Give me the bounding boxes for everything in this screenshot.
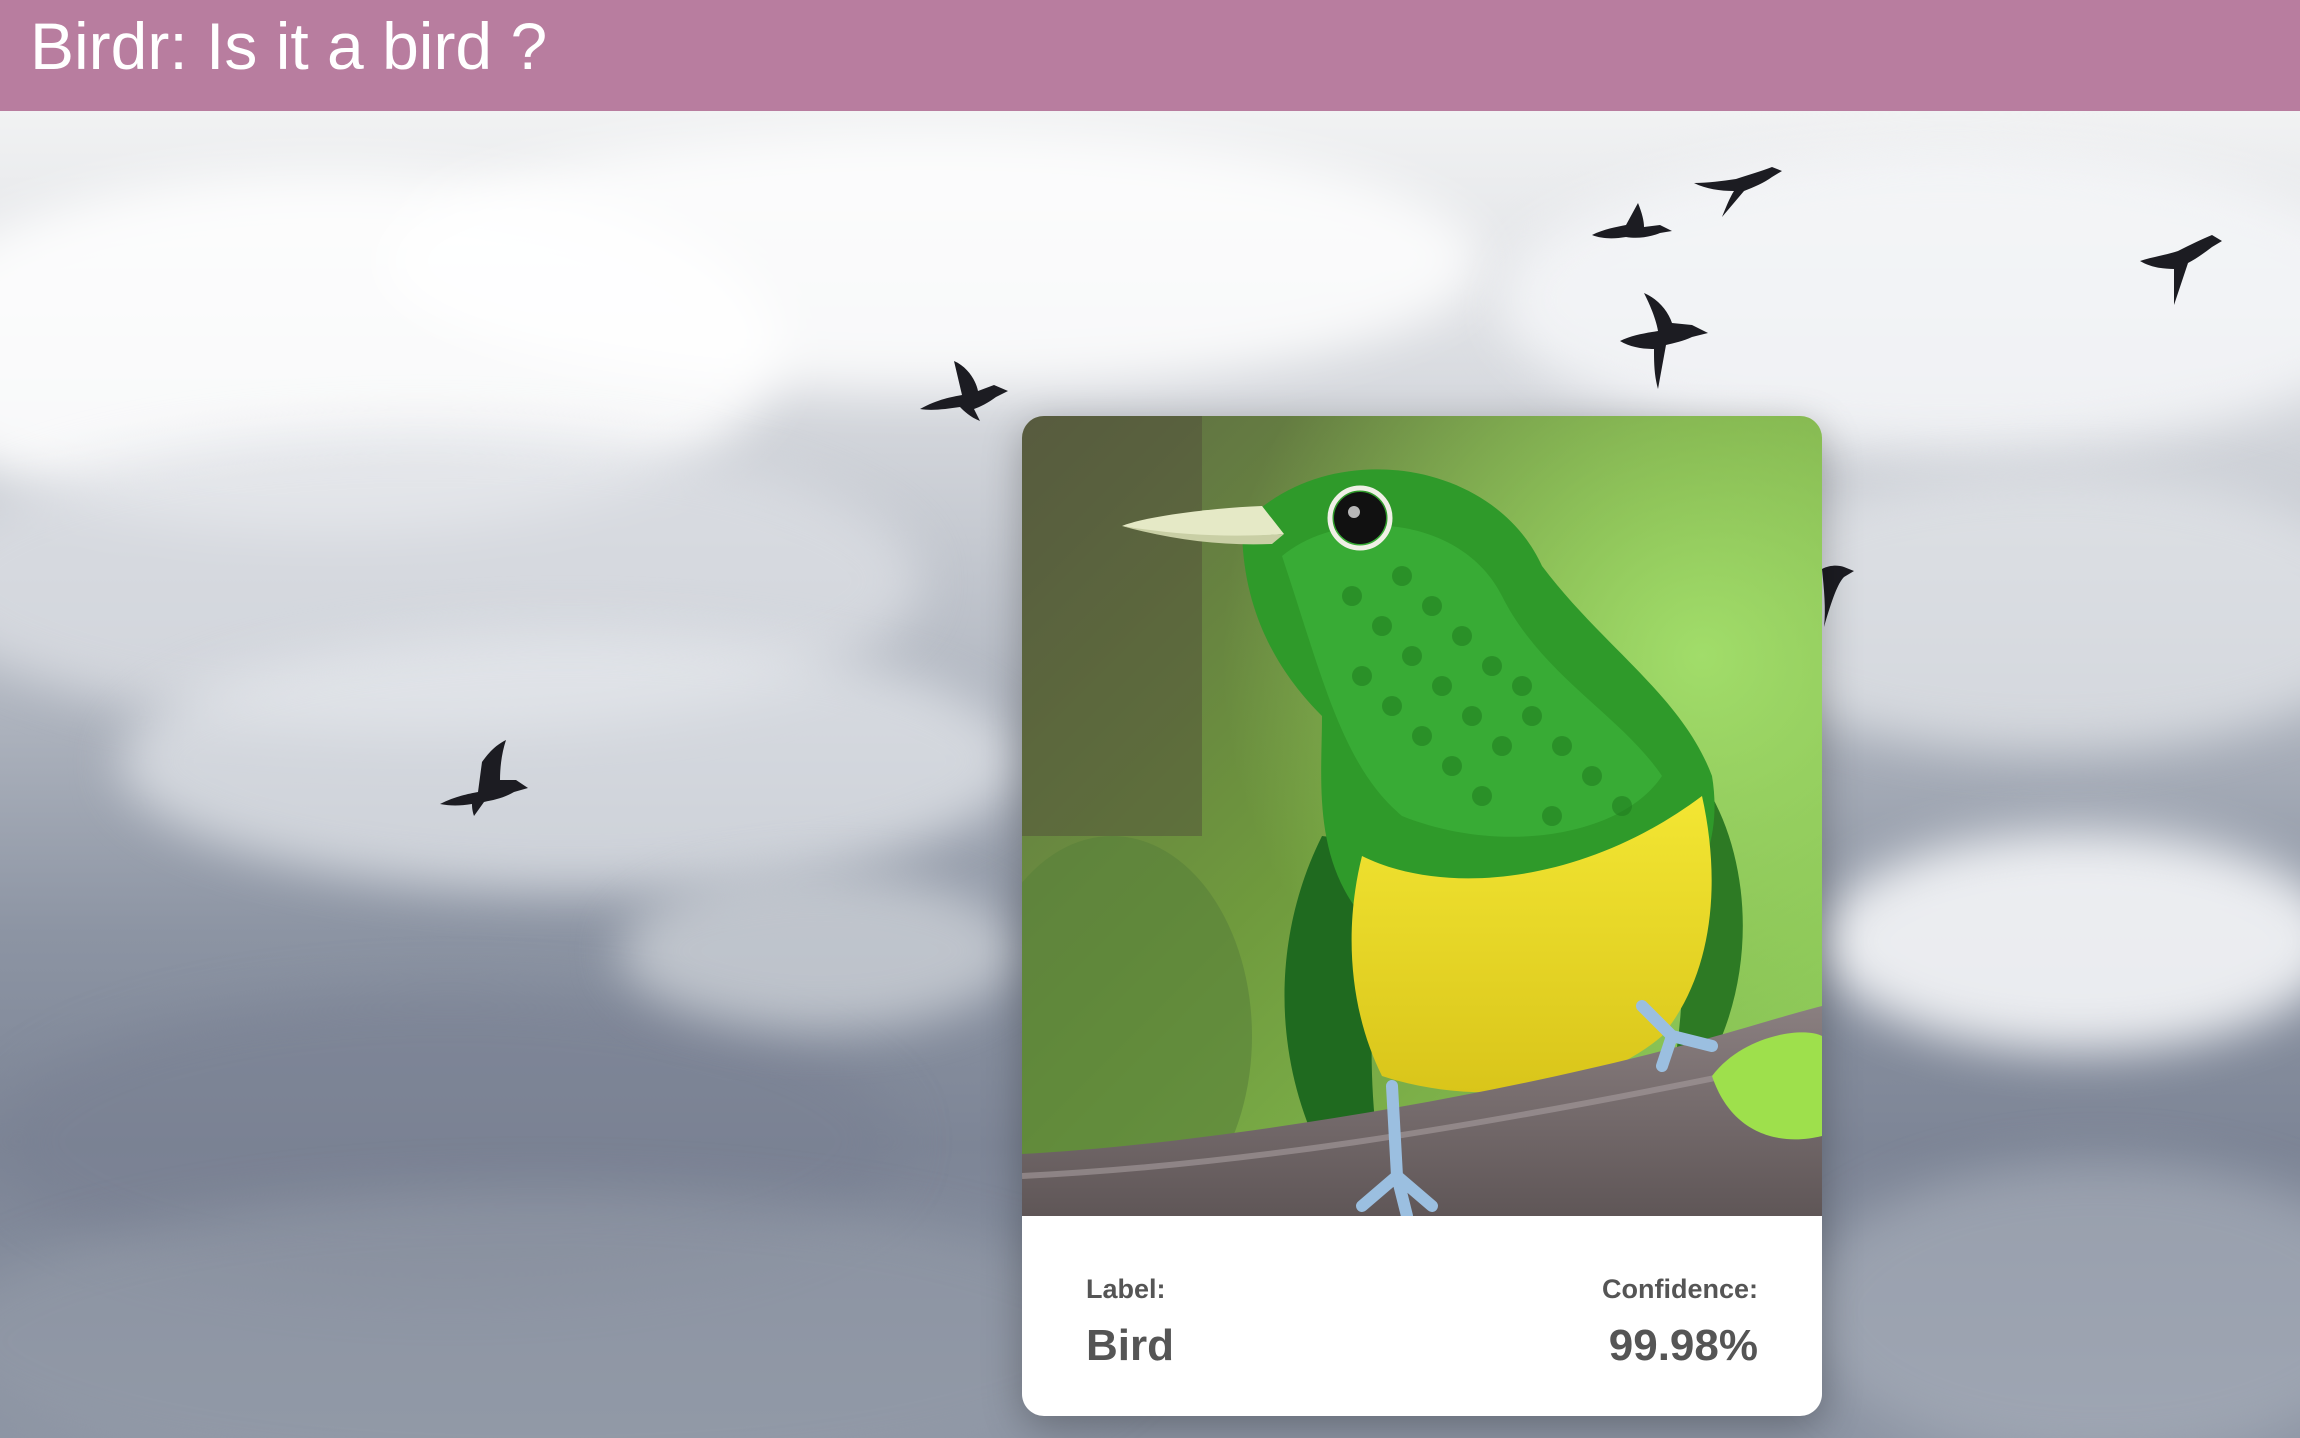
flying-bird-icon [1822, 565, 1854, 627]
green-cuckoo-bird-photo-icon [1022, 416, 1822, 1216]
label-value: Bird [1086, 1321, 1174, 1370]
label-caption: Label: [1086, 1274, 1166, 1304]
result-card: Label: Bird Confidence: 99.98% [1022, 416, 1822, 1416]
flying-bird-icon [1694, 167, 1782, 217]
app-title: Birdr: Is it a bird ? [30, 9, 548, 83]
confidence-value: 99.98% [1608, 1321, 1758, 1370]
flying-bird-icon [440, 740, 528, 816]
prediction-result: Label: Bird Confidence: 99.98% [1022, 1216, 1822, 1416]
flying-bird-icon [2140, 235, 2222, 305]
flying-bird-icon [1592, 203, 1672, 239]
confidence-caption: Confidence: [1601, 1274, 1758, 1304]
flying-bird-icon [1620, 293, 1708, 389]
app-header: Birdr: Is it a bird ? [0, 0, 2300, 111]
flying-bird-icon [920, 361, 1008, 421]
